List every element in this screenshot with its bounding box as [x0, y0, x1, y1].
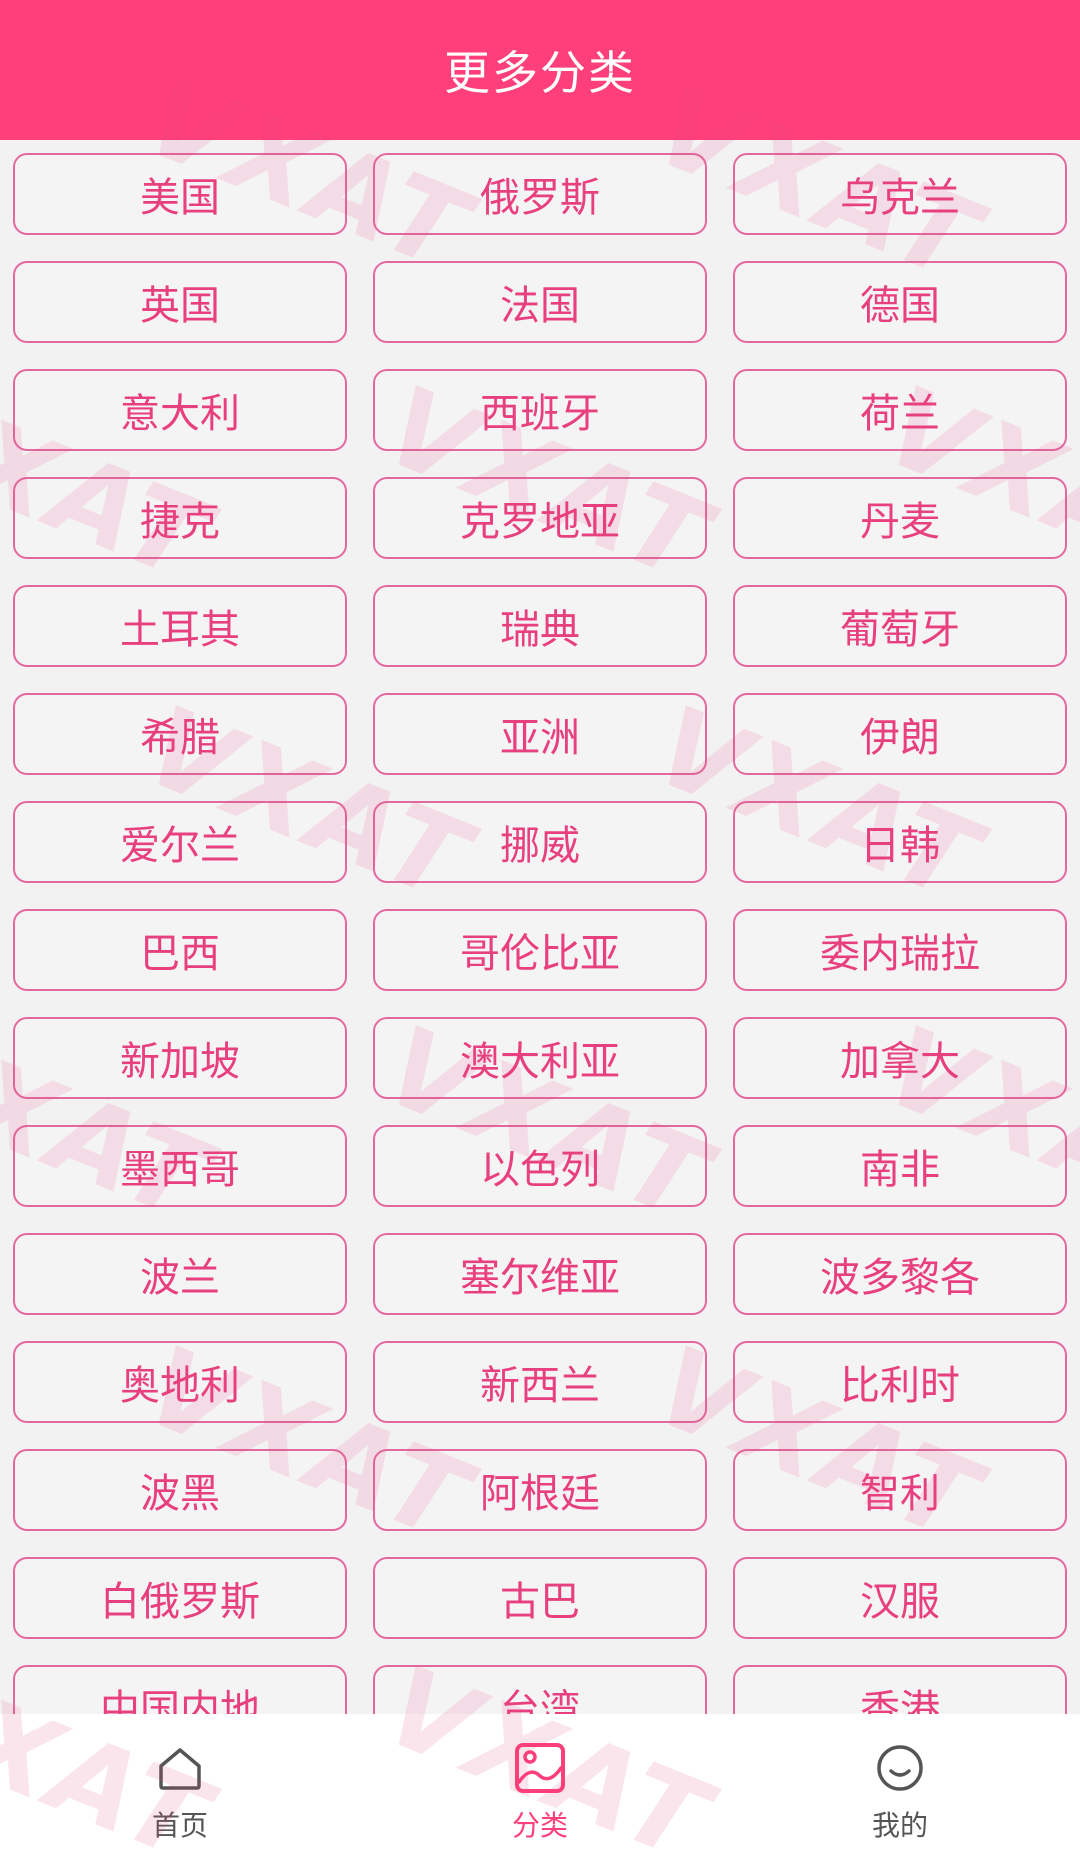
- category-button[interactable]: 哥伦比亚: [373, 909, 707, 991]
- category-button[interactable]: 瑞典: [373, 585, 707, 667]
- category-button[interactable]: 汉服: [733, 1557, 1067, 1639]
- category-button[interactable]: 新加坡: [13, 1017, 347, 1099]
- category-button[interactable]: 中国内地: [13, 1665, 347, 1714]
- category-button[interactable]: 白俄罗斯: [13, 1557, 347, 1639]
- category-button[interactable]: 意大利: [13, 369, 347, 451]
- category-button[interactable]: 爱尔兰: [13, 801, 347, 883]
- category-button[interactable]: 希腊: [13, 693, 347, 775]
- category-button[interactable]: 以色列: [373, 1125, 707, 1207]
- page: 更多分类 美国 俄罗斯 乌克兰英国 法国 德国意大利 西班牙 荷兰捷克 克罗地亚 丹麦土耳其 瑞典…: [0, 0, 1080, 1854]
- category-button[interactable]: 智利: [733, 1449, 1067, 1531]
- category-button[interactable]: 加拿大: [733, 1017, 1067, 1099]
- category-button[interactable]: 古巴: [373, 1557, 707, 1639]
- tab-category[interactable]: 分类: [360, 1714, 720, 1854]
- app-header: 更多分类: [0, 0, 1080, 140]
- category-button[interactable]: 法国: [373, 261, 707, 343]
- category-button[interactable]: 丹麦: [733, 477, 1067, 559]
- image-category-icon: [515, 1743, 565, 1793]
- category-button[interactable]: 波黑: [13, 1449, 347, 1531]
- category-button[interactable]: 阿根廷: [373, 1449, 707, 1531]
- category-button[interactable]: 德国: [733, 261, 1067, 343]
- category-button[interactable]: 美国: [13, 153, 347, 235]
- category-button[interactable]: 捷克: [13, 477, 347, 559]
- category-button[interactable]: 土耳其: [13, 585, 347, 667]
- category-grid: 美国 俄罗斯 乌克兰英国 法国 德国意大利 西班牙 荷兰捷克 克罗地亚 丹麦土耳其 瑞典 葡萄牙希腊…: [13, 153, 1067, 1714]
- category-button[interactable]: 南非: [733, 1125, 1067, 1207]
- category-button[interactable]: 委内瑞拉: [733, 909, 1067, 991]
- category-button[interactable]: 奥地利: [13, 1341, 347, 1423]
- category-button[interactable]: 澳大利亚: [373, 1017, 707, 1099]
- bottom-tab-bar: 首页 分类 我的: [0, 1714, 1080, 1854]
- category-button[interactable]: 克罗地亚: [373, 477, 707, 559]
- category-button[interactable]: 乌克兰: [733, 153, 1067, 235]
- home-icon: [159, 1748, 201, 1790]
- category-button[interactable]: 伊朗: [733, 693, 1067, 775]
- category-button[interactable]: 香港: [733, 1665, 1067, 1714]
- category-button[interactable]: 英国: [13, 261, 347, 343]
- category-button[interactable]: 波多黎各: [733, 1233, 1067, 1315]
- page-title: 更多分类: [444, 46, 636, 100]
- category-button[interactable]: 塞尔维亚: [373, 1233, 707, 1315]
- category-button[interactable]: 挪威: [373, 801, 707, 883]
- category-button[interactable]: 荷兰: [733, 369, 1067, 451]
- category-button[interactable]: 巴西: [13, 909, 347, 991]
- tab-profile[interactable]: 我的: [720, 1714, 1080, 1854]
- category-button[interactable]: 亚洲: [373, 693, 707, 775]
- tab-home-label: 首页: [151, 1809, 208, 1842]
- category-button[interactable]: 墨西哥: [13, 1125, 347, 1207]
- category-button[interactable]: 波兰: [13, 1233, 347, 1315]
- tab-profile-label: 我的: [871, 1809, 928, 1842]
- category-button[interactable]: 西班牙: [373, 369, 707, 451]
- smiley-profile-icon: [877, 1745, 923, 1791]
- category-button[interactable]: 日韩: [733, 801, 1067, 883]
- category-list-scroll[interactable]: 美国 俄罗斯 乌克兰英国 法国 德国意大利 西班牙 荷兰捷克 克罗地亚 丹麦土耳其 瑞典 葡萄牙希腊…: [0, 140, 1080, 1714]
- category-button[interactable]: 比利时: [733, 1341, 1067, 1423]
- tab-category-label: 分类: [511, 1809, 568, 1842]
- tab-home[interactable]: 首页: [0, 1714, 360, 1854]
- category-button[interactable]: 新西兰: [373, 1341, 707, 1423]
- category-button[interactable]: 葡萄牙: [733, 585, 1067, 667]
- category-button[interactable]: 俄罗斯: [373, 153, 707, 235]
- category-button[interactable]: 台湾: [373, 1665, 707, 1714]
